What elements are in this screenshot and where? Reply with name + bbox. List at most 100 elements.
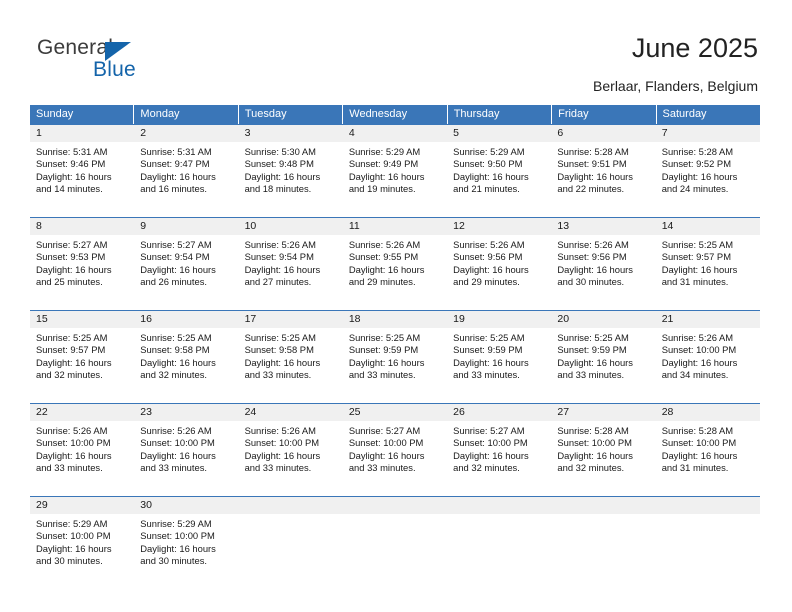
day-number[interactable]: 16 bbox=[134, 311, 238, 328]
day-number[interactable]: 3 bbox=[239, 125, 343, 142]
day-cell: Sunrise: 5:29 AM Sunset: 9:49 PM Dayligh… bbox=[343, 142, 447, 217]
day-number-band: 1 2 3 4 5 6 7 bbox=[30, 125, 760, 142]
sunset-text: Sunset: 10:00 PM bbox=[453, 437, 528, 449]
sunset-text: Sunset: 9:57 PM bbox=[36, 344, 106, 356]
day-number[interactable]: 17 bbox=[239, 311, 343, 328]
day-number[interactable]: 28 bbox=[656, 404, 760, 421]
daylight-text: Daylight: 16 hours and 14 minutes. bbox=[36, 170, 112, 194]
day-number[interactable]: 22 bbox=[30, 404, 134, 421]
day-number[interactable]: 11 bbox=[343, 218, 447, 235]
sunrise-text: Sunrise: 5:29 AM bbox=[453, 146, 525, 157]
sunrise-text: Sunrise: 5:29 AM bbox=[348, 146, 421, 157]
day-number[interactable]: 29 bbox=[30, 497, 134, 514]
weekday-header-sunday: Sunday bbox=[30, 105, 135, 124]
sunset-text: Sunset: 9:50 PM bbox=[453, 158, 523, 170]
sunset-text: Sunset: 10:00 PM bbox=[661, 437, 737, 449]
day-number[interactable]: 21 bbox=[656, 311, 760, 328]
brand-name-general: General bbox=[37, 36, 114, 59]
sunset-text: Sunset: 9:48 PM bbox=[244, 158, 314, 170]
daylight-text: Daylight: 16 hours and 31 minutes. bbox=[661, 449, 738, 473]
sunrise-text: Sunrise: 5:28 AM bbox=[661, 146, 734, 157]
day-number[interactable]: 9 bbox=[134, 218, 238, 235]
week-row: 8 9 10 11 12 13 14 Sunrise: 5:27 AM Suns… bbox=[30, 217, 760, 310]
day-number[interactable]: 8 bbox=[30, 218, 134, 235]
sunrise-text: Sunrise: 5:25 AM bbox=[557, 332, 629, 343]
daylight-text: Daylight: 16 hours and 29 minutes. bbox=[348, 263, 425, 287]
day-number-empty bbox=[343, 497, 447, 514]
day-number[interactable]: 5 bbox=[447, 125, 551, 142]
day-number[interactable]: 25 bbox=[343, 404, 447, 421]
day-detail-band: Sunrise: 5:25 AM Sunset: 9:57 PM Dayligh… bbox=[30, 328, 760, 403]
daylight-text: Daylight: 16 hours and 25 minutes. bbox=[36, 263, 112, 287]
sunset-text: Sunset: 10:00 PM bbox=[140, 530, 215, 542]
day-number[interactable]: 13 bbox=[551, 218, 655, 235]
day-detail-band: Sunrise: 5:29 AM Sunset: 10:00 PM Daylig… bbox=[30, 514, 760, 589]
sunset-text: Sunset: 9:52 PM bbox=[661, 158, 731, 170]
day-number[interactable]: 7 bbox=[656, 125, 760, 142]
day-cell: Sunrise: 5:26 AM Sunset: 9:54 PM Dayligh… bbox=[239, 235, 343, 310]
sunrise-text: Sunrise: 5:31 AM bbox=[140, 146, 212, 157]
page-header: General Blue June 2025 Berlaar, Flanders… bbox=[0, 0, 792, 100]
sunset-text: Sunset: 9:53 PM bbox=[36, 251, 106, 263]
weekday-header-monday: Monday bbox=[134, 105, 239, 124]
sunset-text: Sunset: 9:57 PM bbox=[661, 251, 731, 263]
day-cell: Sunrise: 5:26 AM Sunset: 10:00 PM Daylig… bbox=[656, 328, 760, 403]
day-number[interactable]: 15 bbox=[30, 311, 134, 328]
day-cell: Sunrise: 5:29 AM Sunset: 10:00 PM Daylig… bbox=[134, 514, 238, 589]
day-number[interactable]: 2 bbox=[134, 125, 238, 142]
daylight-text: Daylight: 16 hours and 27 minutes. bbox=[244, 263, 321, 287]
day-number[interactable]: 10 bbox=[239, 218, 343, 235]
day-cell: Sunrise: 5:28 AM Sunset: 10:00 PM Daylig… bbox=[656, 421, 760, 496]
day-number[interactable]: 20 bbox=[551, 311, 655, 328]
day-number[interactable]: 30 bbox=[134, 497, 238, 514]
daylight-text: Daylight: 16 hours and 18 minutes. bbox=[244, 170, 321, 194]
day-cell-empty bbox=[551, 514, 655, 589]
sunrise-text: Sunrise: 5:29 AM bbox=[36, 518, 108, 529]
daylight-text: Daylight: 16 hours and 19 minutes. bbox=[348, 170, 425, 194]
sunset-text: Sunset: 9:49 PM bbox=[348, 158, 419, 170]
sunrise-text: Sunrise: 5:26 AM bbox=[348, 239, 421, 250]
day-number[interactable]: 6 bbox=[551, 125, 655, 142]
day-cell-empty bbox=[343, 514, 447, 589]
day-number[interactable]: 23 bbox=[134, 404, 238, 421]
daylight-text: Daylight: 16 hours and 24 minutes. bbox=[661, 170, 738, 194]
day-cell: Sunrise: 5:26 AM Sunset: 9:56 PM Dayligh… bbox=[447, 235, 551, 310]
page-title: June 2025 bbox=[631, 33, 758, 63]
sunrise-text: Sunrise: 5:27 AM bbox=[36, 239, 108, 250]
day-cell: Sunrise: 5:29 AM Sunset: 10:00 PM Daylig… bbox=[30, 514, 134, 589]
day-cell: Sunrise: 5:31 AM Sunset: 9:46 PM Dayligh… bbox=[30, 142, 134, 217]
sunrise-text: Sunrise: 5:28 AM bbox=[557, 425, 629, 436]
day-number[interactable]: 1 bbox=[30, 125, 134, 142]
day-cell: Sunrise: 5:25 AM Sunset: 9:57 PM Dayligh… bbox=[30, 328, 134, 403]
day-number-band: 8 9 10 11 12 13 14 bbox=[30, 218, 760, 235]
daylight-text: Daylight: 16 hours and 32 minutes. bbox=[557, 449, 633, 473]
sunset-text: Sunset: 9:58 PM bbox=[140, 344, 210, 356]
day-number[interactable]: 14 bbox=[656, 218, 760, 235]
week-row: 22 23 24 25 26 27 28 Sunrise: 5:26 AM Su… bbox=[30, 403, 760, 496]
sunrise-text: Sunrise: 5:25 AM bbox=[36, 332, 108, 343]
sunset-text: Sunset: 10:00 PM bbox=[140, 437, 215, 449]
calendar-page: General Blue June 2025 Berlaar, Flanders… bbox=[0, 0, 792, 612]
sunrise-text: Sunrise: 5:26 AM bbox=[244, 425, 316, 436]
day-cell: Sunrise: 5:26 AM Sunset: 9:56 PM Dayligh… bbox=[551, 235, 655, 310]
day-number[interactable]: 4 bbox=[343, 125, 447, 142]
day-number[interactable]: 12 bbox=[447, 218, 551, 235]
sunset-text: Sunset: 9:55 PM bbox=[348, 251, 419, 263]
sunset-text: Sunset: 10:00 PM bbox=[661, 344, 737, 356]
day-number[interactable]: 19 bbox=[447, 311, 551, 328]
brand-logo: General Blue bbox=[37, 36, 217, 86]
week-row: 15 16 17 18 19 20 21 Sunrise: 5:25 AM Su… bbox=[30, 310, 760, 403]
daylight-text: Daylight: 16 hours and 33 minutes. bbox=[36, 449, 112, 473]
sunset-text: Sunset: 9:54 PM bbox=[244, 251, 314, 263]
day-number[interactable]: 26 bbox=[447, 404, 551, 421]
daylight-text: Daylight: 16 hours and 33 minutes. bbox=[244, 449, 321, 473]
day-cell: Sunrise: 5:27 AM Sunset: 10:00 PM Daylig… bbox=[343, 421, 447, 496]
sunrise-text: Sunrise: 5:27 AM bbox=[348, 425, 421, 436]
day-number-band: 15 16 17 18 19 20 21 bbox=[30, 311, 760, 328]
day-number[interactable]: 24 bbox=[239, 404, 343, 421]
daylight-text: Daylight: 16 hours and 34 minutes. bbox=[661, 356, 738, 380]
day-number[interactable]: 27 bbox=[551, 404, 655, 421]
sunset-text: Sunset: 10:00 PM bbox=[557, 437, 632, 449]
day-number[interactable]: 18 bbox=[343, 311, 447, 328]
sunset-text: Sunset: 9:47 PM bbox=[140, 158, 210, 170]
